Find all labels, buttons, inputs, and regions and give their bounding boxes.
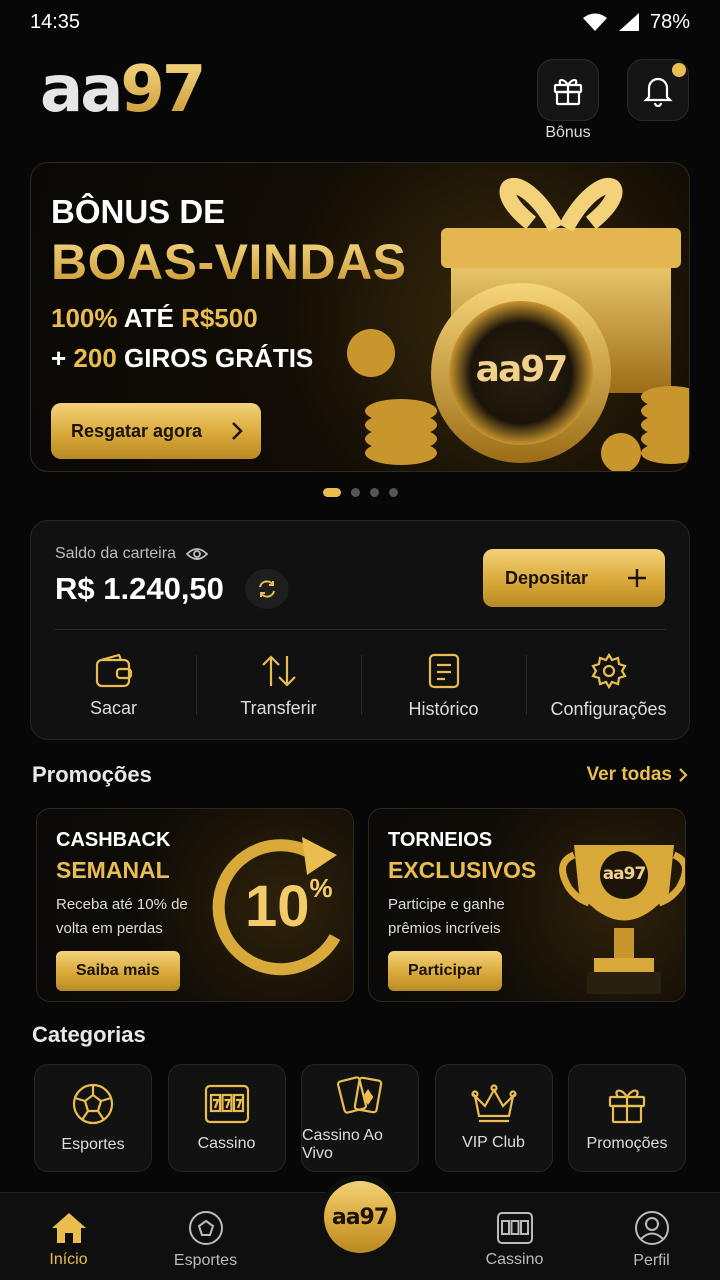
withdraw-action[interactable]: Sacar bbox=[31, 641, 196, 731]
promo-title: CASHBACK bbox=[56, 829, 171, 851]
carousel-dot-3[interactable] bbox=[369, 488, 379, 497]
promo-description: Receba até 10% de volta em perdas bbox=[56, 896, 188, 937]
transfer-arrows-icon bbox=[261, 654, 296, 687]
divider bbox=[55, 629, 667, 630]
document-icon bbox=[428, 653, 459, 688]
wallet-balance: R$ 1.240,50 bbox=[55, 571, 224, 606]
soccer-ball-icon bbox=[72, 1083, 114, 1125]
status-bar: 14:35 78% bbox=[0, 0, 720, 44]
carousel-dot-2[interactable] bbox=[350, 488, 360, 497]
chip-logo: aa97 bbox=[475, 349, 569, 390]
category-sports[interactable]: Esportes bbox=[34, 1064, 152, 1172]
promo-card-cashback[interactable]: 10% CASHBACK SEMANAL Receba até 10% de v… bbox=[36, 808, 354, 1002]
categories-list: Esportes Cassino Cassino Ao Vivo VIP Clu… bbox=[34, 1064, 686, 1172]
gift-icon bbox=[553, 79, 583, 106]
chevron-right-icon bbox=[679, 768, 688, 782]
carousel-indicator[interactable] bbox=[0, 488, 720, 497]
nav-home[interactable]: Início bbox=[0, 1193, 137, 1280]
promo-subtitle: EXCLUSIVOS bbox=[388, 857, 537, 883]
categories-title: Categorias bbox=[32, 1022, 146, 1047]
transfer-action[interactable]: Transferir bbox=[196, 641, 361, 731]
status-time: 14:35 bbox=[30, 10, 81, 33]
soccer-ball-icon bbox=[188, 1210, 223, 1245]
promotions-title: Promoções bbox=[32, 762, 152, 787]
eye-icon[interactable] bbox=[185, 546, 208, 562]
plus-icon bbox=[628, 569, 646, 587]
banner-title-line1: BÔNUS DE bbox=[51, 193, 226, 230]
gift-icon bbox=[608, 1089, 646, 1124]
claim-now-button[interactable]: Resgatar agora bbox=[51, 403, 261, 459]
refresh-balance-button[interactable] bbox=[245, 569, 289, 609]
promo-title: TORNEIOS bbox=[388, 829, 493, 851]
welcome-bonus-banner[interactable]: aa97 BÔNUS DE BOAS-VINDAS 100% ATÉ R$500… bbox=[30, 162, 690, 472]
promo-description: Participe e ganhe prêmios incríveis bbox=[388, 896, 505, 937]
trophy-logo: aa97 bbox=[602, 864, 647, 884]
gift-box-coins-illustration bbox=[347, 178, 689, 471]
wallet-icon bbox=[95, 653, 132, 687]
category-promotions[interactable]: Promoções bbox=[568, 1064, 686, 1172]
wallet-label: Saldo da carteira bbox=[55, 545, 208, 563]
nav-profile[interactable]: Perfil bbox=[583, 1193, 720, 1280]
nav-center: aa97 bbox=[274, 1181, 446, 1280]
crown-icon bbox=[470, 1084, 517, 1123]
nav-casino[interactable]: Cassino bbox=[446, 1193, 583, 1280]
playing-cards-icon bbox=[337, 1076, 383, 1114]
wallet-actions: Sacar Transferir Histórico Configurações bbox=[31, 641, 691, 731]
carousel-dot-4[interactable] bbox=[388, 488, 398, 497]
category-casino[interactable]: Cassino bbox=[167, 1064, 286, 1172]
wallet-card: Saldo da carteira R$ 1.240,50 Depositar … bbox=[30, 520, 690, 740]
bonus-button[interactable] bbox=[537, 59, 599, 121]
history-action[interactable]: Histórico bbox=[361, 641, 526, 731]
wifi-icon bbox=[582, 13, 607, 31]
bonus-label: Bônus bbox=[545, 124, 591, 141]
bell-icon bbox=[643, 77, 673, 107]
banner-offer: 100% ATÉ R$500 bbox=[51, 303, 258, 333]
participate-button[interactable]: Participar bbox=[388, 951, 502, 991]
deposit-button[interactable]: Depositar bbox=[483, 549, 665, 607]
learn-more-button[interactable]: Saiba mais bbox=[56, 951, 180, 991]
nav-sports[interactable]: Esportes bbox=[137, 1193, 274, 1280]
bottom-navigation: Início Esportes aa97 Cassino Perfil bbox=[0, 1181, 720, 1280]
home-icon bbox=[51, 1212, 86, 1243]
user-icon bbox=[634, 1210, 669, 1245]
app-header: aa97 Bônus bbox=[0, 50, 720, 150]
slot-machine-icon bbox=[496, 1211, 533, 1244]
battery-level: 78% bbox=[649, 10, 690, 33]
category-live-casino[interactable]: Cassino Ao Vivo bbox=[301, 1064, 419, 1172]
cashback-percent: 10% bbox=[245, 873, 333, 939]
promo-card-tournaments[interactable]: aa97 TORNEIOS EXCLUSIVOS Participe e gan… bbox=[368, 808, 686, 1002]
chevron-right-icon bbox=[232, 422, 243, 440]
gear-icon bbox=[590, 652, 627, 689]
see-all-link[interactable]: Ver todas bbox=[586, 764, 688, 786]
refresh-icon bbox=[259, 580, 275, 598]
notification-badge bbox=[672, 63, 686, 77]
settings-action[interactable]: Configurações bbox=[526, 641, 691, 731]
banner-title-line2: BOAS-VINDAS bbox=[51, 234, 407, 290]
category-vip-club[interactable]: VIP Club bbox=[434, 1064, 553, 1172]
promo-subtitle: SEMANAL bbox=[56, 857, 170, 883]
carousel-dot-1[interactable] bbox=[322, 488, 341, 497]
app-logo[interactable]: aa97 bbox=[40, 58, 206, 122]
signal-icon bbox=[618, 13, 639, 31]
banner-free-spins: + 200 GIROS GRÁTIS bbox=[51, 343, 314, 373]
home-logo-button[interactable]: aa97 bbox=[324, 1181, 396, 1253]
trophy-illustration bbox=[559, 845, 685, 994]
notifications-button[interactable] bbox=[627, 59, 689, 121]
slot-machine-icon bbox=[204, 1084, 249, 1124]
